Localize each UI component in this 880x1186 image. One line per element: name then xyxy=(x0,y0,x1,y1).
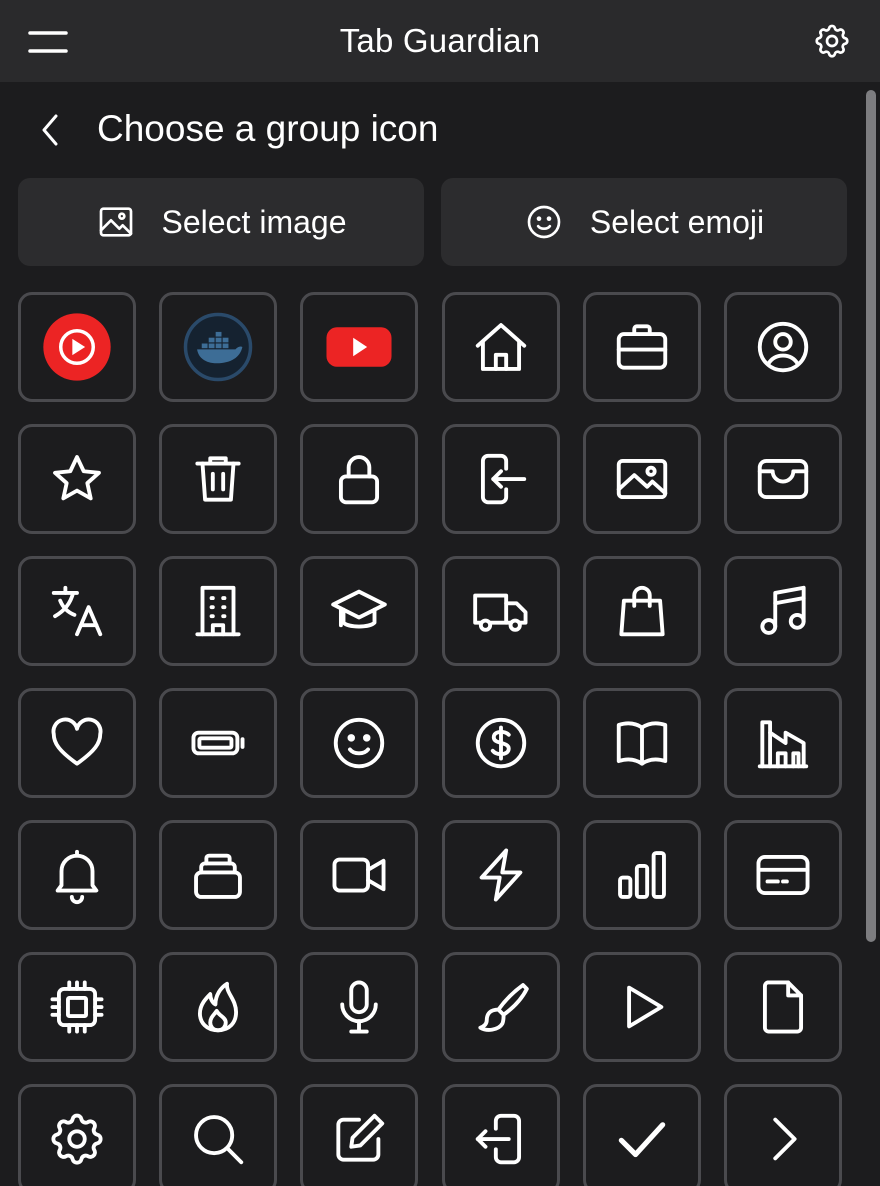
icon-option[interactable] xyxy=(442,688,560,798)
app-title: Tab Guardian xyxy=(339,22,541,59)
edit-icon xyxy=(336,1113,385,1162)
file-icon xyxy=(762,980,804,1034)
page-title: Choose a group icon xyxy=(97,108,439,149)
cpu-chip-icon xyxy=(50,980,104,1034)
icon-option[interactable] xyxy=(300,820,418,930)
icon-option[interactable] xyxy=(159,556,277,666)
icon-option[interactable] xyxy=(442,292,560,402)
icon-option[interactable] xyxy=(300,688,418,798)
icon-option[interactable] xyxy=(159,1084,277,1186)
icon-option[interactable] xyxy=(442,1084,560,1186)
icon-option[interactable] xyxy=(724,688,842,798)
icon-option[interactable] xyxy=(300,952,418,1062)
image-icon xyxy=(99,207,132,237)
home-icon xyxy=(475,323,527,371)
icon-option[interactable] xyxy=(18,688,136,798)
bar-chart-icon xyxy=(618,851,666,899)
youtube-icon xyxy=(326,327,392,367)
lock-icon xyxy=(338,455,380,505)
icon-option[interactable] xyxy=(442,820,560,930)
truck-icon xyxy=(473,593,528,632)
icon-option[interactable] xyxy=(300,1084,418,1186)
gear-icon[interactable] xyxy=(812,21,852,61)
book-open-icon xyxy=(616,721,668,766)
chevron-left-icon[interactable] xyxy=(36,110,64,150)
briefcase-icon xyxy=(616,324,668,370)
icon-option[interactable] xyxy=(18,556,136,666)
microphone-icon xyxy=(340,980,378,1034)
icon-option[interactable] xyxy=(442,556,560,666)
shopping-bag-icon xyxy=(619,585,665,637)
translate-icon xyxy=(51,585,103,637)
icon-option[interactable] xyxy=(583,292,701,402)
icon-option[interactable] xyxy=(583,1084,701,1186)
logout-icon xyxy=(475,1113,522,1165)
icon-picker-panel: Choose a group icon Select image Select … xyxy=(0,82,864,1186)
dollar-circle-icon xyxy=(475,717,527,769)
icon-option[interactable] xyxy=(583,556,701,666)
icon-option[interactable] xyxy=(724,952,842,1062)
smiley-icon xyxy=(527,205,561,239)
icon-option[interactable] xyxy=(583,820,701,930)
icon-option[interactable] xyxy=(724,292,842,402)
icon-option[interactable] xyxy=(583,688,701,798)
select-image-button[interactable]: Select image xyxy=(18,178,424,266)
graduation-cap-icon xyxy=(331,589,387,629)
fire-icon xyxy=(197,981,239,1033)
app-header: Tab Guardian xyxy=(0,0,880,82)
paintbrush-icon xyxy=(478,983,529,1032)
icon-option[interactable] xyxy=(724,1084,842,1186)
stack-icon xyxy=(194,853,242,899)
docker-icon xyxy=(183,312,253,382)
icon-option[interactable] xyxy=(159,952,277,1062)
icon-option[interactable] xyxy=(442,952,560,1062)
icon-option[interactable] xyxy=(300,292,418,402)
icon-option[interactable] xyxy=(159,292,277,402)
icon-option[interactable] xyxy=(583,952,701,1062)
trash-icon xyxy=(195,456,241,502)
image-icon xyxy=(616,458,668,500)
checkmark-icon xyxy=(618,1122,666,1158)
icon-option[interactable] xyxy=(442,424,560,534)
battery-icon xyxy=(191,730,245,756)
icon-option[interactable] xyxy=(724,556,842,666)
select-image-label: Select image xyxy=(161,203,347,240)
music-note-icon xyxy=(760,585,806,635)
wallet-icon xyxy=(757,458,809,500)
star-icon xyxy=(53,455,101,501)
chevron-right-icon xyxy=(773,1117,797,1161)
icon-option[interactable] xyxy=(724,820,842,930)
login-icon xyxy=(480,453,527,505)
icon-option[interactable] xyxy=(724,424,842,534)
video-camera-icon xyxy=(332,857,386,893)
icon-option[interactable] xyxy=(583,424,701,534)
credit-card-icon xyxy=(756,854,810,896)
search-icon xyxy=(194,1115,244,1165)
scrollbar-thumb[interactable] xyxy=(866,90,876,942)
bell-icon xyxy=(55,849,99,904)
icon-option[interactable] xyxy=(300,424,418,534)
factory-icon xyxy=(757,720,809,769)
icon-option[interactable] xyxy=(18,820,136,930)
select-emoji-label: Select emoji xyxy=(589,203,765,240)
youtube-music-icon xyxy=(43,313,111,381)
icon-option[interactable] xyxy=(18,424,136,534)
icon-option[interactable] xyxy=(159,424,277,534)
icon-option[interactable] xyxy=(300,556,418,666)
user-circle-icon xyxy=(757,321,809,373)
hamburger-menu-icon[interactable] xyxy=(28,30,68,54)
building-icon xyxy=(195,585,241,637)
play-icon xyxy=(627,985,664,1029)
lightning-icon xyxy=(479,848,523,902)
gear-icon xyxy=(51,1113,103,1165)
icon-option[interactable] xyxy=(18,952,136,1062)
smiley-icon xyxy=(333,717,385,769)
select-emoji-button[interactable]: Select emoji xyxy=(441,178,847,266)
icon-option[interactable] xyxy=(18,292,136,402)
icon-option[interactable] xyxy=(159,688,277,798)
icon-option[interactable] xyxy=(18,1084,136,1186)
icon-option[interactable] xyxy=(159,820,277,930)
heart-icon xyxy=(51,717,103,766)
